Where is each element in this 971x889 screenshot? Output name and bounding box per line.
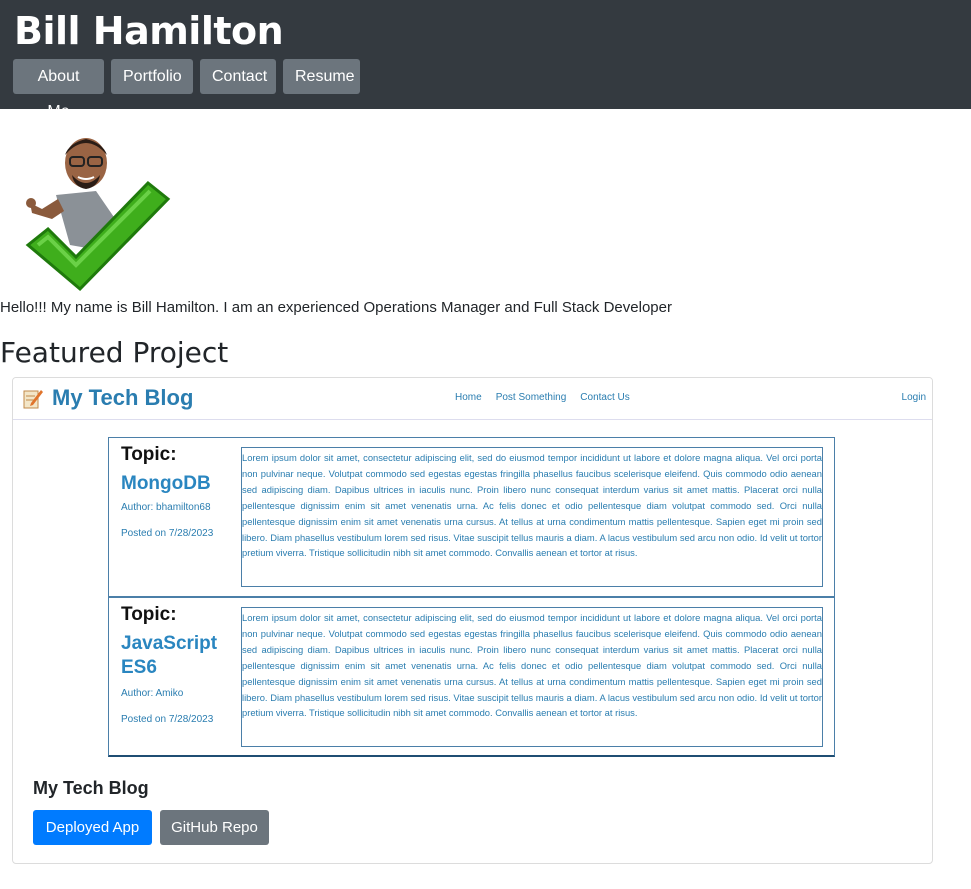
avatar bbox=[25, 138, 171, 292]
site-title: Bill Hamilton bbox=[14, 9, 284, 53]
screenshot-login: Login bbox=[901, 392, 926, 403]
intro-text: Hello!!! My name is Bill Hamilton. I am … bbox=[0, 299, 672, 316]
project-name: My Tech Blog bbox=[33, 778, 149, 798]
post-date: Posted on 7/28/2023 bbox=[121, 714, 214, 725]
screenshot-brand: My Tech Blog bbox=[52, 385, 194, 410]
featured-project-card: My Tech Blog Home Post Something Contact… bbox=[12, 377, 933, 864]
screenshot-link-contact-us: Contact Us bbox=[580, 392, 630, 403]
post-title: MongoDB bbox=[121, 473, 211, 494]
nav-contact-button[interactable]: Contact bbox=[200, 59, 276, 94]
github-repo-button[interactable]: GitHub Repo bbox=[160, 810, 269, 845]
post-topic: Topic: bbox=[121, 444, 177, 465]
screenshot-link-home: Home bbox=[455, 392, 482, 403]
featured-project-heading: Featured Project bbox=[0, 336, 229, 369]
deployed-app-button[interactable]: Deployed App bbox=[33, 810, 152, 845]
post-body: Lorem ipsum dolor sit amet, consectetur … bbox=[241, 447, 823, 587]
nav-about-me-button[interactable]: About Me bbox=[13, 59, 104, 120]
screenshot-links: Home Post Something Contact Us bbox=[455, 392, 630, 403]
post-title: JavaScript ES6 bbox=[121, 633, 218, 678]
post-body: Lorem ipsum dolor sit amet, consectetur … bbox=[241, 607, 823, 747]
post-author: Author: bhamilton68 bbox=[121, 502, 211, 513]
project-screenshot[interactable]: My Tech Blog Home Post Something Contact… bbox=[13, 378, 932, 763]
bitmoji-thumbs-up-checkmark-icon bbox=[25, 138, 171, 292]
site-header: Bill Hamilton About Me Portfolio Contact… bbox=[0, 0, 971, 120]
main-nav: About Me Portfolio Contact Resume bbox=[13, 59, 360, 120]
nav-resume-button[interactable]: Resume bbox=[283, 59, 360, 94]
screenshot-post: Topic: MongoDB Author: bhamilton68 Poste… bbox=[108, 437, 835, 597]
screenshot-post: Topic: JavaScript ES6 Author: Amiko Post… bbox=[108, 597, 835, 757]
nav-portfolio-button[interactable]: Portfolio bbox=[111, 59, 193, 94]
post-date: Posted on 7/28/2023 bbox=[121, 528, 214, 539]
pencil-notepad-icon bbox=[23, 390, 43, 409]
screenshot-link-post-something: Post Something bbox=[495, 392, 567, 403]
post-topic: Topic: bbox=[121, 604, 177, 625]
screenshot-navbar: My Tech Blog Home Post Something Contact… bbox=[13, 378, 932, 420]
post-author: Author: Amiko bbox=[121, 688, 184, 699]
